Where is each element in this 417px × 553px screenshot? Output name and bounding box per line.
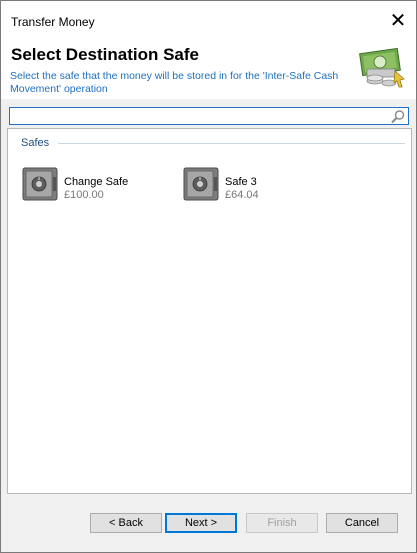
safe-balance: £64.04 [225, 189, 259, 201]
safe-icon [22, 167, 58, 201]
safe-icon [183, 167, 219, 201]
close-button[interactable]: ✕ [383, 7, 413, 35]
window-title: Transfer Money [11, 15, 95, 29]
finish-button: Finish [246, 513, 318, 533]
group-header-label: Safes [21, 137, 50, 149]
safe-name: Change Safe [64, 176, 129, 188]
title-bar: Transfer Money ✕ [1, 1, 416, 37]
search-box[interactable] [9, 107, 409, 125]
back-button[interactable]: < Back [90, 513, 162, 533]
wizard-header: Select Destination Safe Select the safe … [1, 37, 416, 99]
search-input[interactable] [12, 109, 382, 123]
page-title: Select Destination Safe [11, 45, 200, 64]
search-icon[interactable] [390, 109, 406, 124]
transfer-money-dialog: Transfer Money ✕ Select Destination Safe… [0, 0, 417, 553]
wizard-footer: < Back Next > Finish Cancel [1, 496, 416, 552]
safe-item-change-safe[interactable]: Change Safe £100.00 [20, 163, 160, 203]
cancel-button[interactable]: Cancel [326, 513, 398, 533]
group-divider [58, 143, 405, 144]
safe-item-safe-3[interactable]: Safe 3 £64.04 [181, 163, 321, 203]
safe-list: Safes Change Safe £100.00 Safe 3 £64.04 [7, 128, 412, 494]
page-description: Select the safe that the money will be s… [10, 70, 339, 95]
next-button[interactable]: Next > [165, 513, 237, 533]
safe-name: Safe 3 [225, 176, 257, 188]
money-transfer-icon [359, 47, 405, 88]
safe-balance: £100.00 [64, 189, 104, 201]
